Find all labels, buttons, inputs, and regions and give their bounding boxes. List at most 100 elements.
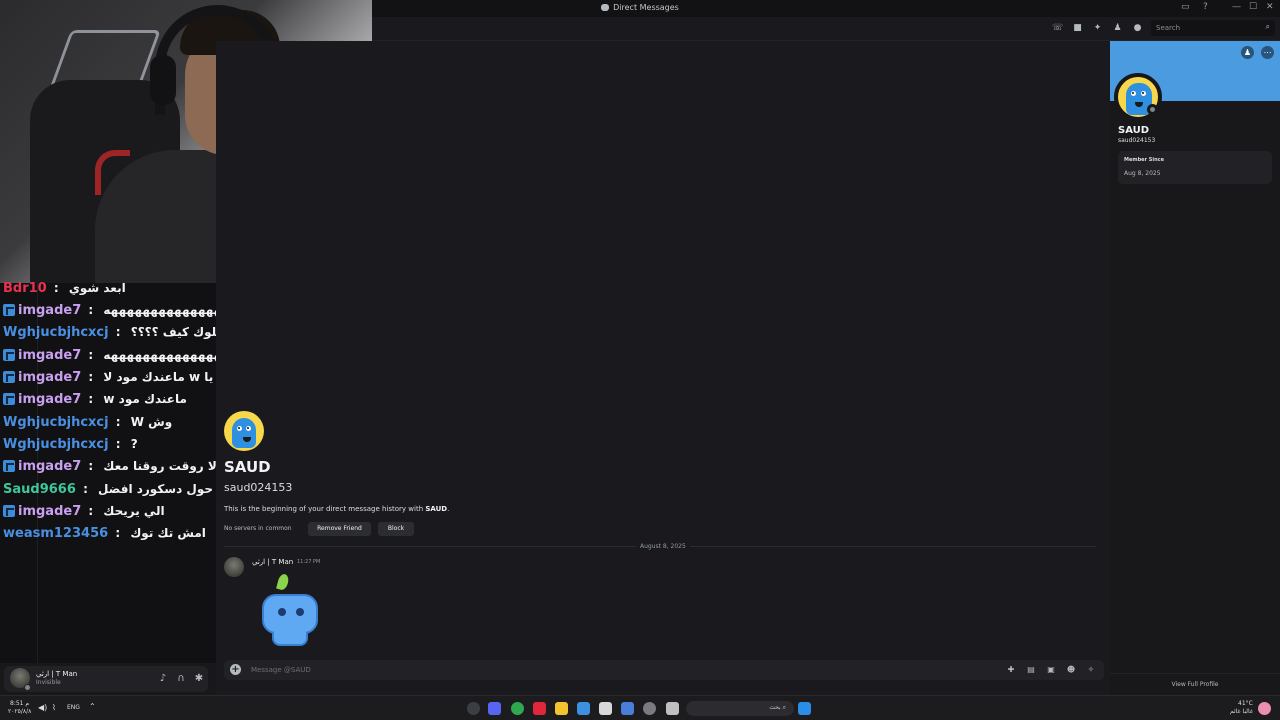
sticker-icon[interactable]: ▣ bbox=[1046, 665, 1056, 675]
chat-badge-icon bbox=[3, 304, 15, 316]
video-app-icon[interactable] bbox=[533, 702, 546, 715]
phone-icon[interactable]: ☏ bbox=[1052, 23, 1063, 34]
weather-desc[interactable]: غالبا غائم bbox=[1230, 708, 1253, 715]
pin-icon[interactable]: ✦ bbox=[1092, 23, 1103, 34]
search-input[interactable]: Search ⌕ bbox=[1151, 20, 1275, 36]
gif-icon[interactable]: ▤ bbox=[1026, 665, 1036, 675]
calendar-icon[interactable] bbox=[599, 702, 612, 715]
chat-badge-icon bbox=[3, 349, 15, 361]
wumpus-bot-icon bbox=[262, 594, 318, 634]
message-avatar[interactable] bbox=[224, 557, 244, 577]
chat-line: imgade7 : w ماعندك مود bbox=[3, 392, 187, 410]
weather-icon[interactable] bbox=[1258, 702, 1271, 715]
gift-icon[interactable]: ✚ bbox=[1006, 665, 1016, 675]
chat-username: Wghjucbjhcxcj bbox=[3, 325, 109, 340]
window-icon[interactable] bbox=[666, 702, 679, 715]
headphones-icon[interactable]: ∩ bbox=[175, 673, 187, 685]
chat-separator: : bbox=[84, 303, 98, 317]
search-icon: ⌕ bbox=[1265, 22, 1270, 31]
chat-separator: : bbox=[78, 482, 93, 496]
member-since-date: Aug 8, 2025 bbox=[1124, 170, 1161, 177]
message-composer[interactable]: + ✚ ▤ ▣ ☻ ✧ bbox=[224, 660, 1104, 680]
chat-separator: : bbox=[84, 370, 98, 384]
status-invisible-icon bbox=[24, 684, 31, 691]
close-button[interactable]: ✕ bbox=[1266, 2, 1274, 12]
remove-friend-button[interactable]: Remove Friend bbox=[308, 522, 371, 536]
view-full-profile-link[interactable]: View Full Profile bbox=[1110, 673, 1280, 695]
headset-cup bbox=[150, 55, 176, 105]
chat-line: weasm123456 : امش تك توك bbox=[3, 526, 206, 544]
block-button[interactable]: Block bbox=[378, 522, 414, 536]
chat-message: ابعد شوي bbox=[68, 281, 126, 295]
settings-gear-icon[interactable]: ✱ bbox=[193, 673, 205, 685]
chat-message: الي يريحك bbox=[103, 504, 165, 518]
discord-taskbar-icon[interactable] bbox=[488, 702, 501, 715]
member-since-label: Member Since bbox=[1124, 157, 1164, 163]
chat-message: امش تك توك bbox=[130, 526, 206, 540]
store-icon[interactable] bbox=[577, 702, 590, 715]
microphone-icon[interactable]: ♪ bbox=[157, 673, 169, 685]
apps-icon[interactable]: ✧ bbox=[1086, 665, 1096, 675]
chat-separator: : bbox=[84, 504, 98, 518]
network-icon[interactable]: ⌇ bbox=[52, 703, 56, 712]
taskbar-time[interactable]: 8:51 م bbox=[10, 700, 29, 707]
chevron-up-icon[interactable]: ⌃ bbox=[89, 702, 96, 711]
chat-separator: : bbox=[84, 392, 98, 406]
language-indicator[interactable]: ENG bbox=[67, 704, 80, 711]
chat-username: imgade7 bbox=[18, 504, 82, 519]
intro-description: This is the beginning of your direct mes… bbox=[224, 505, 450, 513]
chat-username: weasm123456 bbox=[3, 526, 109, 541]
add-friend-icon[interactable]: ♟ bbox=[1241, 46, 1254, 59]
taskbar-search[interactable]: بحث ⌕ bbox=[686, 701, 794, 716]
chat-badge-icon bbox=[3, 371, 15, 383]
chat-badge-icon bbox=[3, 393, 15, 405]
windows-taskbar: 8:51 م ٢٠٢٥/٨/٨ ◀) ⌇ ENG ⌃ بحث ⌕ 41°C غا… bbox=[0, 695, 1280, 720]
chat-message: يا w ماعندك مود لا bbox=[103, 370, 214, 384]
profile-handle: saud024153 bbox=[1118, 137, 1156, 144]
help-icon[interactable]: ? bbox=[1203, 2, 1208, 12]
chat-message: W وش bbox=[130, 415, 173, 429]
emoji-icon[interactable]: ☻ bbox=[1066, 665, 1076, 675]
file-explorer-icon[interactable] bbox=[555, 702, 568, 715]
chat-username: imgade7 bbox=[18, 392, 82, 407]
user-profile-icon[interactable]: ● bbox=[1132, 23, 1143, 34]
mutual-servers: No servers in common bbox=[224, 525, 292, 532]
copilot-icon[interactable] bbox=[467, 702, 480, 715]
chat-username: imgade7 bbox=[18, 303, 82, 318]
profile-display-name: SAUD bbox=[1118, 125, 1150, 136]
message-author[interactable]: ارثي | T Man bbox=[252, 558, 293, 566]
user-panel-box[interactable]: ارثي | T Man Invisible ♪ ∩ ✱ bbox=[4, 666, 208, 692]
chat-message: هههههههههههههههه bbox=[103, 303, 230, 317]
maximize-button[interactable]: ☐ bbox=[1249, 2, 1257, 12]
message-input[interactable] bbox=[251, 663, 751, 677]
more-options-icon[interactable]: ⋯ bbox=[1261, 46, 1274, 59]
profile-panel: ♟ ⋯ SAUD saud024153 Member Since Aug 8, … bbox=[1110, 41, 1280, 695]
chat-username: Bdr10 bbox=[3, 281, 47, 296]
date-divider-label: August 8, 2025 bbox=[636, 543, 690, 550]
video-icon[interactable]: ■ bbox=[1072, 23, 1083, 34]
chat-username: Saud9666 bbox=[3, 482, 76, 497]
weather-temp[interactable]: 41°C bbox=[1238, 700, 1253, 707]
chat-line: Bdr10 : ابعد شوي bbox=[3, 281, 126, 299]
chat-line: Saud9666 : حول دسكورد افضل bbox=[3, 482, 213, 500]
discord-icon bbox=[601, 4, 610, 11]
app-icon[interactable] bbox=[621, 702, 634, 715]
taskbar-date[interactable]: ٢٠٢٥/٨/٨ bbox=[8, 708, 31, 715]
chat-username: imgade7 bbox=[18, 459, 82, 474]
settings-icon[interactable] bbox=[643, 702, 656, 715]
add-friends-icon[interactable]: ♟ bbox=[1112, 23, 1123, 34]
chat-separator: : bbox=[111, 437, 125, 451]
chat-separator: : bbox=[111, 325, 125, 339]
message-timestamp: 11:27 PM bbox=[297, 559, 321, 565]
profile-status-icon bbox=[1147, 104, 1158, 115]
chrome-icon[interactable] bbox=[511, 702, 524, 715]
user-name: ارثي | T Man bbox=[36, 670, 78, 678]
chat-separator: : bbox=[49, 281, 63, 295]
inbox-icon[interactable]: ▭ bbox=[1181, 2, 1190, 12]
attach-plus-icon[interactable]: + bbox=[230, 664, 241, 675]
message-sticker[interactable] bbox=[258, 572, 322, 650]
volume-icon[interactable]: ◀) bbox=[38, 703, 47, 712]
windows-start-icon[interactable] bbox=[798, 702, 811, 715]
minimize-button[interactable]: — bbox=[1232, 2, 1241, 12]
chat-username: Wghjucbjhcxcj bbox=[3, 415, 109, 430]
